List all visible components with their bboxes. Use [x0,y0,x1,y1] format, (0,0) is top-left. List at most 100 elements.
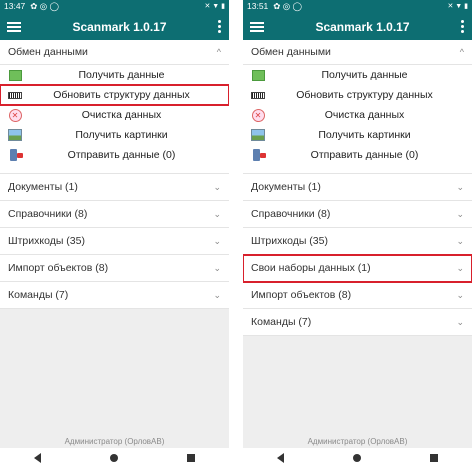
row-import-objects[interactable]: Импорт объектов (8) ⌄ [0,255,229,282]
device-green-icon [251,68,265,82]
row-label: Документы (1) [8,181,78,193]
menu-icon[interactable] [250,21,264,32]
menu-item-get-data[interactable]: Получить данные [243,65,472,85]
row-references[interactable]: Справочники (8) ⌄ [243,201,472,228]
app-title: Scanmark 1.0.17 [315,19,410,34]
clear-icon: ✕ [251,108,265,122]
recent-apps-icon[interactable] [186,454,195,462]
menu-item-label: Получить данные [78,69,165,81]
menu-item-label: Отправить данные (0) [310,149,419,161]
menu-item-label: Получить данные [321,69,408,81]
menu-item-label: Отправить данные (0) [67,149,176,161]
app-title: Scanmark 1.0.17 [72,19,167,34]
row-documents[interactable]: Документы (1) ⌄ [243,174,472,201]
menu-item-update-structure[interactable]: Обновить структуру данных [243,85,472,105]
main-content: Обмен данными ^ Получить данные Обновить… [243,40,472,336]
menu-item-label: Обновить структуру данных [296,89,433,101]
menu-item-send-data[interactable]: Отправить данные (0) [243,145,472,165]
row-label: Свои наборы данных (1) [251,262,371,274]
chevron-down-icon: ⌄ [456,316,464,327]
row-label: Команды (7) [251,316,312,328]
chevron-down-icon: ⌄ [213,208,221,219]
menu-item-label: Получить картинки [318,129,411,141]
menu-item-update-structure[interactable]: Обновить структуру данных [0,84,229,106]
app-bar: Scanmark 1.0.17 [0,13,229,40]
menu-item-clear-data[interactable]: ✕ Очистка данных [0,105,229,125]
back-icon[interactable] [277,453,285,463]
app-bar: Scanmark 1.0.17 [243,13,472,40]
status-bar: 13:47 ✿ ◎ ◯ ✕ ▼ ▮ [0,0,229,13]
row-label: Импорт объектов (8) [8,262,109,274]
row-label: Документы (1) [251,181,321,193]
row-label: Штрихкоды (35) [251,235,328,247]
send-icon [8,148,23,162]
user-footer: Администратор (ОрловАВ) [64,437,165,446]
status-notification-icons: ✿ ◎ ◯ [30,1,60,11]
system-status-icons: ✕ ▼ ▮ [204,3,225,10]
picture-icon [251,128,265,142]
menu-item-clear-data[interactable]: ✕ Очистка данных [243,105,472,125]
chevron-down-icon: ⌄ [213,235,221,246]
row-barcodes[interactable]: Штрихкоды (35) ⌄ [0,228,229,255]
phone-screen-right: 13:51 ✿ ◎ ◯ ✕ ▼ ▮ Scanmark 1.0.17 Обмен … [243,0,472,468]
divider [243,165,472,174]
row-commands[interactable]: Команды (7) ⌄ [0,282,229,309]
row-import-objects[interactable]: Импорт объектов (8) ⌄ [243,282,472,309]
chevron-down-icon: ⌄ [456,208,464,219]
menu-item-get-pictures[interactable]: Получить картинки [243,125,472,145]
device-green-icon [8,68,22,82]
row-documents[interactable]: Документы (1) ⌄ [0,174,229,201]
recent-apps-icon[interactable] [429,454,438,462]
more-options-icon[interactable] [218,20,222,33]
menu-item-get-pictures[interactable]: Получить картинки [0,125,229,145]
chevron-up-icon: ^ [459,47,464,57]
chevron-down-icon: ⌄ [213,181,221,192]
chevron-down-icon: ⌄ [456,235,464,246]
menu-item-label: Получить картинки [75,129,168,141]
user-footer: Администратор (ОрловАВ) [307,437,408,446]
section-exchange-label: Обмен данными [8,46,88,58]
menu-item-label: Очистка данных [81,109,162,121]
chevron-down-icon: ⌄ [213,289,221,300]
row-label: Штрихкоды (35) [8,235,85,247]
barcode-xml-icon [251,88,265,102]
row-references[interactable]: Справочники (8) ⌄ [0,201,229,228]
row-label: Импорт объектов (8) [251,289,352,301]
menu-icon[interactable] [7,21,21,32]
row-barcodes[interactable]: Штрихкоды (35) ⌄ [243,228,472,255]
picture-icon [8,128,22,142]
section-exchange-label: Обмен данными [251,46,331,58]
row-commands[interactable]: Команды (7) ⌄ [243,309,472,336]
row-label: Справочники (8) [251,208,331,220]
back-icon[interactable] [34,453,42,463]
menu-item-send-data[interactable]: Отправить данные (0) [0,145,229,165]
row-label: Справочники (8) [8,208,88,220]
status-bar: 13:51 ✿ ◎ ◯ ✕ ▼ ▮ [243,0,472,13]
chevron-down-icon: ⌄ [456,181,464,192]
android-nav-bar [0,448,229,468]
clear-icon: ✕ [8,108,22,122]
chevron-down-icon: ⌄ [213,262,221,273]
home-icon[interactable] [109,454,118,462]
android-nav-bar [243,448,472,468]
menu-item-label: Обновить структуру данных [53,89,190,101]
phone-screen-left: 13:47 ✿ ◎ ◯ ✕ ▼ ▮ Scanmark 1.0.17 Обмен … [0,0,229,468]
more-options-icon[interactable] [461,20,465,33]
home-icon[interactable] [352,454,361,462]
status-time: 13:47 [4,1,26,11]
chevron-up-icon: ^ [216,47,221,57]
row-label: Команды (7) [8,289,69,301]
section-exchange-header[interactable]: Обмен данными ^ [243,40,472,65]
barcode-xml-icon [8,88,22,102]
section-exchange-header[interactable]: Обмен данными ^ [0,40,229,65]
chevron-down-icon: ⌄ [456,262,464,273]
divider [0,165,229,174]
send-icon [251,148,266,162]
main-content: Обмен данными ^ Получить данные Обновить… [0,40,229,309]
menu-item-get-data[interactable]: Получить данные [0,65,229,85]
menu-item-label: Очистка данных [324,109,405,121]
row-own-datasets[interactable]: Свои наборы данных (1) ⌄ [243,254,472,283]
system-status-icons: ✕ ▼ ▮ [447,3,468,10]
status-notification-icons: ✿ ◎ ◯ [273,1,303,11]
chevron-down-icon: ⌄ [456,289,464,300]
